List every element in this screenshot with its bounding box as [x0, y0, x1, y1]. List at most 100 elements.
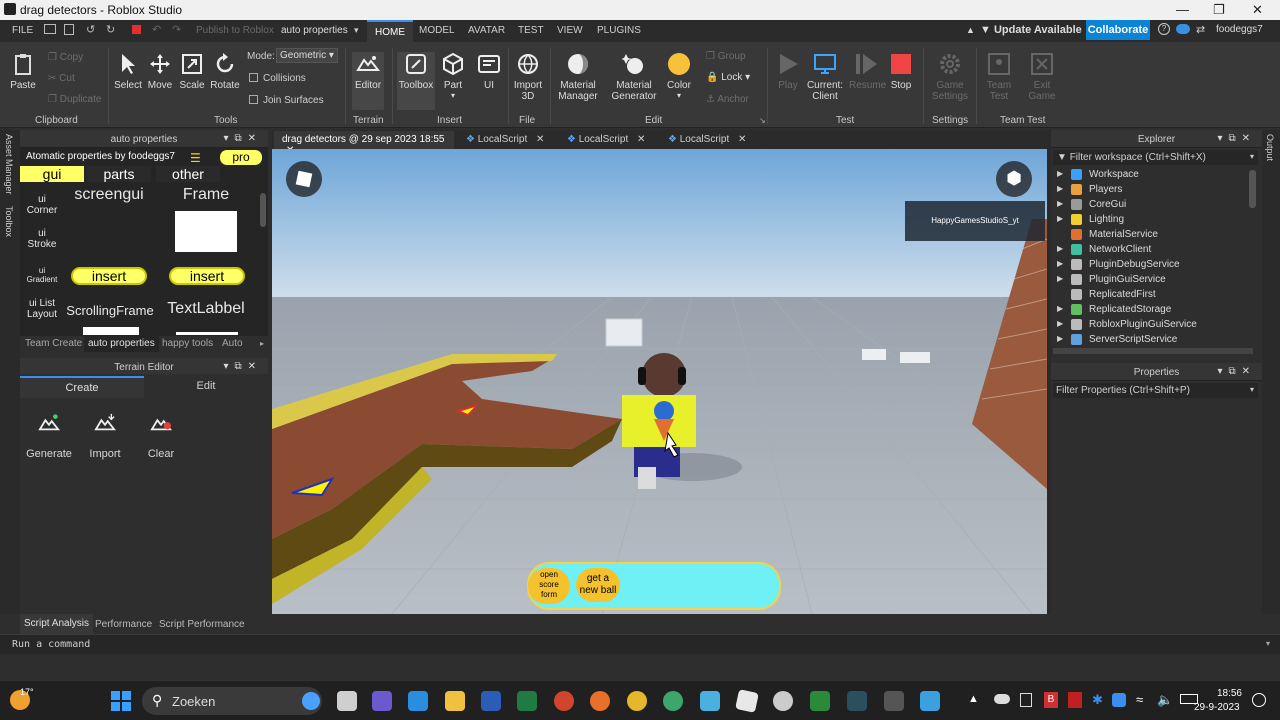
expand-arrow-icon[interactable]: ▶: [1057, 334, 1063, 343]
publish-menu[interactable]: Publish to Roblox: [196, 25, 274, 36]
expand-icon[interactable]: ↘: [759, 116, 766, 125]
expand-arrow-icon[interactable]: ▶: [1057, 184, 1063, 193]
explorer-item[interactable]: ▶ Workspace: [1053, 167, 1248, 182]
toolbox-tab[interactable]: Toolbox: [4, 206, 14, 237]
copy-button[interactable]: ❐ Copy: [48, 52, 83, 63]
tab-localscript[interactable]: ❖ LocalScript ✕: [668, 131, 746, 149]
roblox-studio-taskbar-icon[interactable]: [700, 691, 720, 711]
ui-corner-item[interactable]: ui Corner: [22, 194, 62, 216]
explorer-item[interactable]: ▶ Players: [1053, 182, 1248, 197]
panel-controls[interactable]: ▾⧉✕: [1217, 366, 1256, 377]
explorer-item[interactable]: ▶ ReplicatedStorage: [1053, 302, 1248, 317]
shield-icon[interactable]: [810, 691, 830, 711]
notification-icon[interactable]: [1252, 693, 1266, 707]
backpack-button[interactable]: ⬢: [996, 161, 1032, 197]
tab-gui[interactable]: gui: [20, 166, 84, 182]
material-generator-button[interactable]: Material Generator: [610, 52, 658, 102]
chevron-right-icon[interactable]: ▸: [260, 339, 264, 348]
stop-button[interactable]: Stop: [886, 52, 916, 91]
open-score-form-button[interactable]: open score form: [528, 568, 570, 604]
collaborate-button[interactable]: Collaborate: [1086, 20, 1150, 40]
import-3d-button[interactable]: Import 3D: [512, 52, 544, 102]
expand-arrow-icon[interactable]: ▶: [1057, 304, 1063, 313]
expand-arrow-icon[interactable]: ▶: [1057, 214, 1063, 223]
lock-button[interactable]: 🔒 Lock ▾: [706, 72, 750, 83]
terminal-icon[interactable]: [847, 691, 867, 711]
tab-localscript[interactable]: ❖ LocalScript ✕: [466, 131, 544, 149]
tab-create[interactable]: Create: [20, 376, 144, 398]
context-menu[interactable]: auto properties: [281, 25, 348, 36]
duplicate-button[interactable]: ❐ Duplicate: [48, 94, 101, 105]
expand-arrow-icon[interactable]: ▶: [1057, 319, 1063, 328]
tab-happy-tools[interactable]: happy tools: [162, 338, 213, 349]
ui-button[interactable]: UI: [474, 52, 504, 91]
explorer-item[interactable]: ReplicatedFirst: [1053, 287, 1248, 302]
explorer-item[interactable]: ▶ PluginDebugService: [1053, 257, 1248, 272]
close-icon[interactable]: ✕: [738, 134, 746, 145]
explorer-hscrollbar[interactable]: [1053, 348, 1253, 354]
clear-tool[interactable]: Clear: [141, 413, 181, 460]
close-icon[interactable]: ✕: [1252, 2, 1263, 18]
app-b-icon[interactable]: B: [1044, 692, 1058, 708]
taskbar-search[interactable]: ⚲ Zoeken: [142, 687, 322, 715]
new-ball-button[interactable]: get a new ball: [576, 568, 620, 602]
explorer-item[interactable]: MaterialService: [1053, 227, 1248, 242]
ui-list-layout-item[interactable]: ui List Layout: [22, 298, 62, 320]
tab-home[interactable]: HOME: [367, 20, 413, 42]
import-tool[interactable]: Import: [84, 413, 126, 460]
explorer-item[interactable]: ▶ ServerScriptService: [1053, 332, 1248, 347]
app-icon[interactable]: [884, 691, 904, 711]
select-button[interactable]: Select: [113, 52, 143, 91]
anchor-button[interactable]: ⚓ Anchor: [706, 94, 749, 105]
file-explorer-icon[interactable]: [445, 691, 465, 711]
chrome-icon[interactable]: [627, 691, 647, 711]
expand-arrow-icon[interactable]: ▶: [1057, 169, 1063, 178]
wifi-icon[interactable]: ≈: [1136, 692, 1143, 707]
tab-edit[interactable]: Edit: [144, 376, 268, 398]
speaker-icon[interactable]: 🔈: [1157, 692, 1173, 708]
tab-performance[interactable]: Performance: [95, 619, 152, 630]
ui-gradient-item[interactable]: ui Gradient: [22, 266, 62, 284]
tab-view[interactable]: VIEW: [557, 25, 583, 36]
play-button[interactable]: Play: [773, 52, 803, 91]
roblox-menu-button[interactable]: [286, 161, 322, 197]
store-icon[interactable]: [408, 691, 428, 711]
join-surfaces-checkbox[interactable]: Join Surfaces: [249, 95, 324, 106]
properties-filter-input[interactable]: Filter Properties (Ctrl+Shift+P) ▾: [1053, 383, 1258, 398]
team-test-button[interactable]: Team Test: [983, 52, 1015, 102]
undo-menu-icon[interactable]: ↺: [86, 23, 95, 36]
chevron-down-icon[interactable]: ▾: [354, 25, 359, 36]
maximize-icon[interactable]: ❐: [1213, 2, 1225, 18]
exit-game-button[interactable]: Exit Game: [1026, 52, 1058, 102]
close-icon[interactable]: ✕: [637, 134, 645, 145]
stop-small-icon[interactable]: [132, 25, 141, 34]
update-link[interactable]: ▼ Update Available: [980, 24, 1082, 36]
collisions-checkbox[interactable]: Collisions: [249, 73, 306, 84]
share-icon[interactable]: ⇄: [1196, 23, 1205, 36]
cut-button[interactable]: ✂ Cut: [48, 73, 75, 84]
explorer-item[interactable]: ▶ RobloxPluginGuiService: [1053, 317, 1248, 332]
file-menu[interactable]: FILE: [12, 25, 33, 36]
close-icon[interactable]: ✕: [536, 134, 544, 145]
tab-place[interactable]: drag detectors @ 29 sep 2023 18:55 ✕: [274, 131, 454, 156]
task-view-icon[interactable]: [337, 691, 357, 711]
expand-arrow-icon[interactable]: ▶: [1057, 274, 1063, 283]
pro-button[interactable]: pro: [220, 150, 262, 165]
paste-button[interactable]: Paste: [8, 52, 38, 91]
menu-icon[interactable]: ☰: [190, 151, 201, 165]
explorer-filter-input[interactable]: ▼ Filter workspace (Ctrl+Shift+X) ▾: [1053, 150, 1258, 165]
tab-team-create[interactable]: Team Create: [25, 338, 82, 349]
material-manager-button[interactable]: Material Manager: [555, 52, 601, 102]
bluetooth-icon[interactable]: ✱: [1092, 692, 1103, 708]
roblox-icon[interactable]: [735, 689, 759, 713]
powerpoint-icon[interactable]: [554, 691, 574, 711]
excel-icon[interactable]: [517, 691, 537, 711]
expand-arrow-icon[interactable]: ▶: [1057, 244, 1063, 253]
rotate-button[interactable]: Rotate: [210, 52, 240, 91]
explorer-scrollbar[interactable]: [1249, 170, 1256, 208]
firefox-icon[interactable]: [590, 691, 610, 711]
user-name[interactable]: foodeggs7: [1216, 24, 1263, 35]
chrome-profile-icon[interactable]: [663, 691, 683, 711]
collapse-icon[interactable]: ▲: [966, 25, 975, 35]
clock-date[interactable]: 29-9-2023: [1194, 702, 1240, 713]
